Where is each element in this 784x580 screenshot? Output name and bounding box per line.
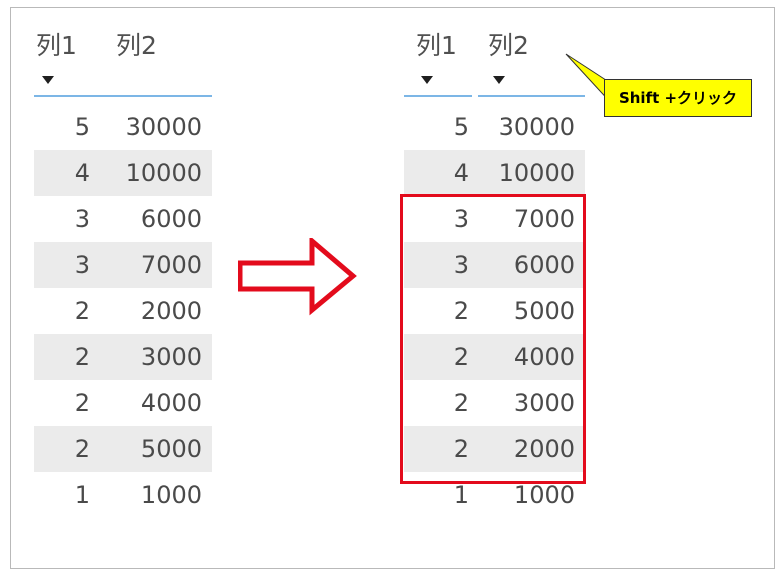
cell-col1: 2	[74, 435, 90, 463]
shift-click-callout: Shift +クリック	[604, 79, 752, 117]
cell-col1: 4	[74, 159, 90, 187]
table-row: 2 5000	[34, 426, 212, 472]
table-row: 2 2000	[34, 288, 212, 334]
cell-col2: 7000	[140, 251, 202, 279]
callout-seam	[605, 85, 608, 103]
column-header-2[interactable]: 列2	[488, 28, 529, 64]
cell-col2: 3000	[140, 343, 202, 371]
cell-col2: 6000	[140, 205, 202, 233]
left-table-rows: 5 30000 4 10000 3 6000 3 7000 2 2000 2 3000 2 4000 2 50…	[34, 104, 212, 518]
cell-col1: 3	[74, 251, 90, 279]
table-row: 2 3000	[34, 334, 212, 380]
cell-col1: 1	[74, 481, 90, 509]
cell-col1: 2	[74, 297, 90, 325]
cell-col1: 4	[453, 159, 469, 187]
header-underline	[34, 95, 212, 97]
sort-descending-icon[interactable]	[42, 76, 54, 84]
header-underline-col1	[404, 95, 472, 97]
cell-col2: 4000	[140, 389, 202, 417]
cell-col2: 30000	[498, 113, 575, 141]
callout-text: Shift +クリック	[618, 89, 738, 107]
left-table-header: 列1 列2	[34, 28, 212, 98]
cell-col2: 10000	[498, 159, 575, 187]
right-arrow-icon	[238, 238, 357, 316]
cell-col2: 2000	[140, 297, 202, 325]
table-row: 5 30000	[404, 104, 585, 150]
column-header-1[interactable]: 列1	[36, 28, 77, 64]
cell-col1: 5	[74, 113, 90, 141]
table-row: 4 10000	[34, 150, 212, 196]
cell-col1: 2	[74, 343, 90, 371]
cell-col1: 5	[453, 113, 469, 141]
table-row: 3 7000	[34, 242, 212, 288]
sort-descending-icon[interactable]	[493, 76, 505, 84]
table-row: 5 30000	[34, 104, 212, 150]
table-row: 1 1000	[34, 472, 212, 518]
sort-descending-icon[interactable]	[421, 76, 433, 84]
table-row: 3 6000	[34, 196, 212, 242]
cell-col1: 3	[74, 205, 90, 233]
table-row: 2 4000	[34, 380, 212, 426]
cell-col2: 10000	[125, 159, 202, 187]
cell-col1: 2	[74, 389, 90, 417]
cell-col2: 1000	[140, 481, 202, 509]
cell-col2: 5000	[140, 435, 202, 463]
table-row: 4 10000	[404, 150, 585, 196]
header-underline-col2	[478, 95, 585, 97]
sorted-rows-highlight	[400, 194, 586, 484]
column-header-2[interactable]: 列2	[116, 28, 157, 64]
cell-col2: 30000	[125, 113, 202, 141]
column-header-1[interactable]: 列1	[416, 28, 457, 64]
right-table-header: 列1 列2	[404, 28, 585, 98]
